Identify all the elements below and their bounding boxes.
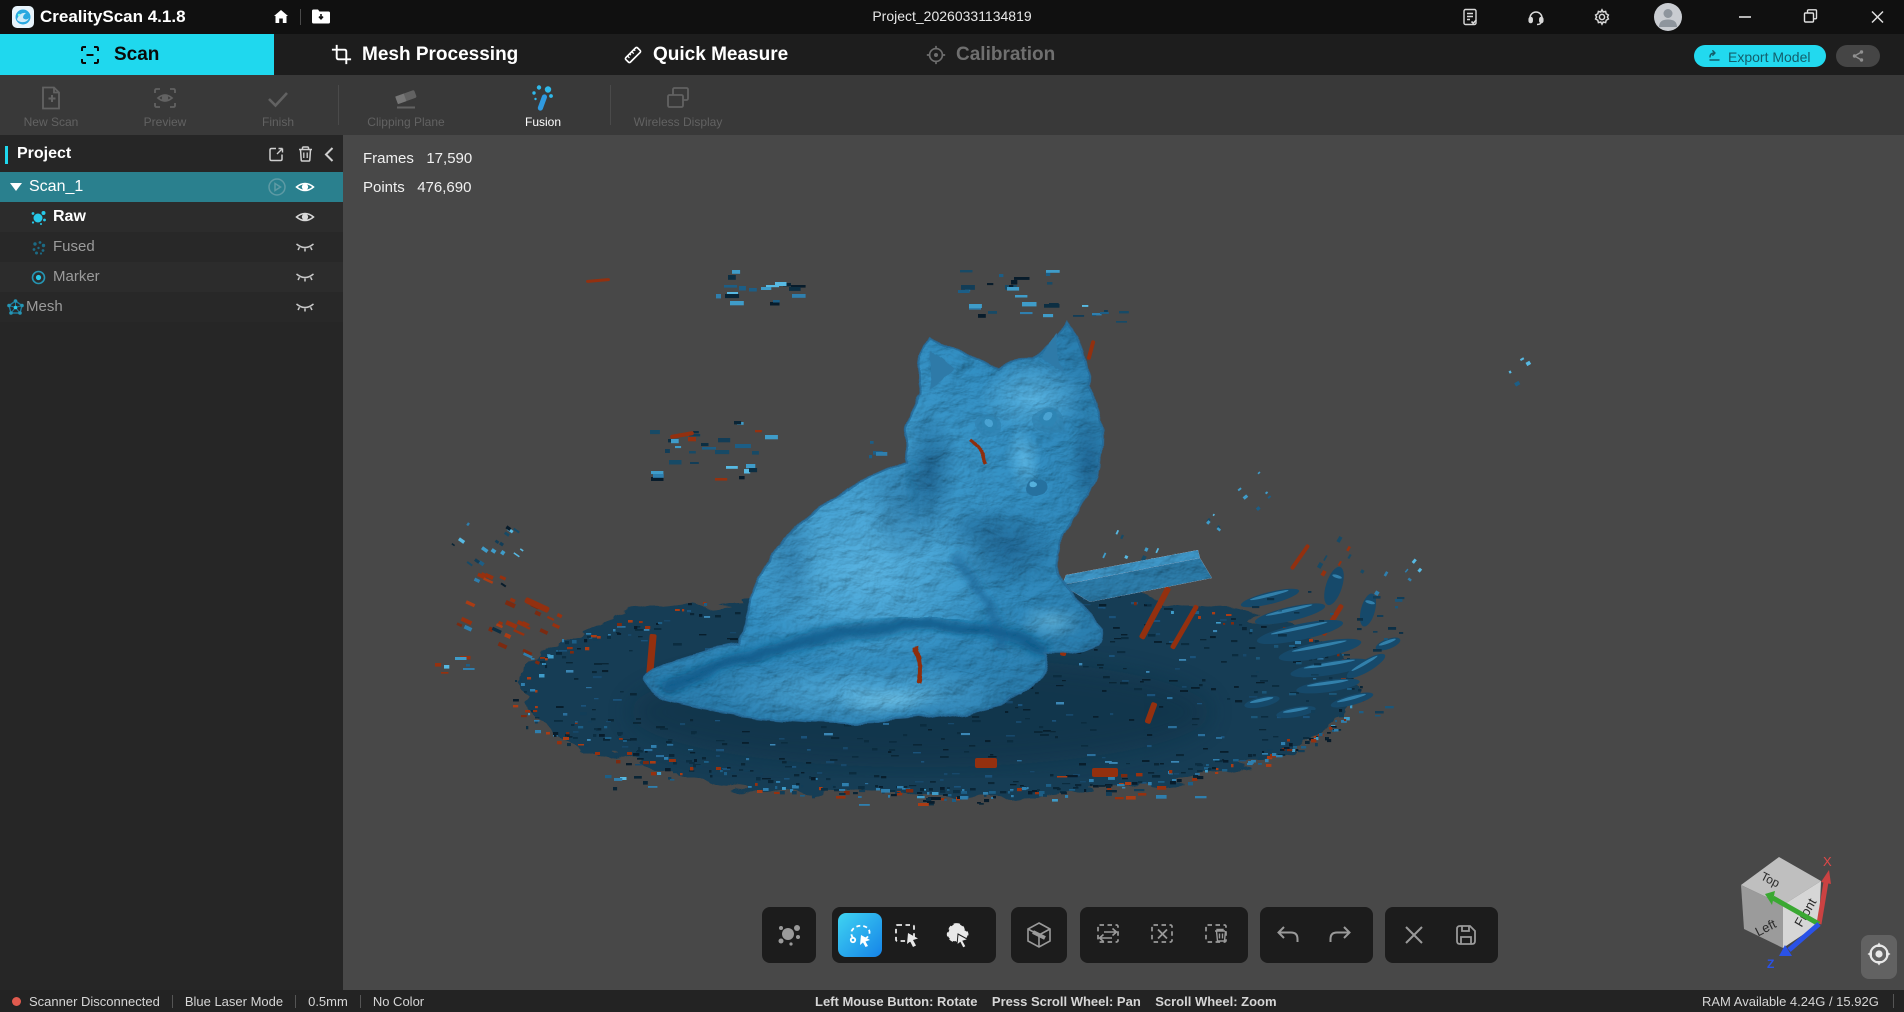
svg-text:X: X	[1823, 854, 1832, 869]
svg-text:Z: Z	[1767, 957, 1774, 971]
